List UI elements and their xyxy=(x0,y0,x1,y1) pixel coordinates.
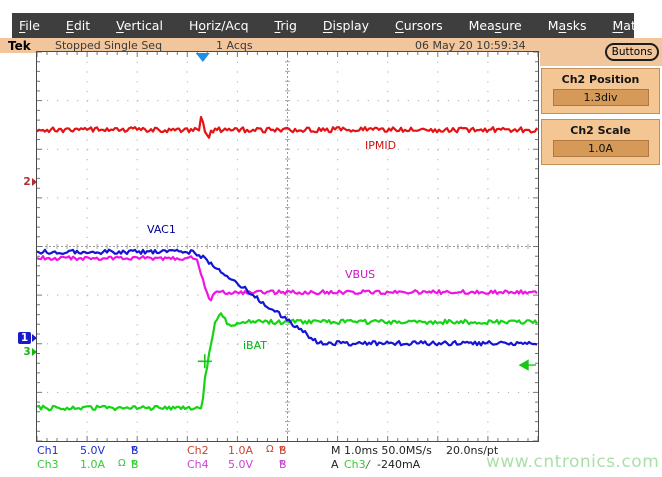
menu-item-measure[interactable]: Measure xyxy=(469,18,522,33)
ch2-readout-label[interactable]: Ch2 xyxy=(187,444,209,457)
menu-item-math[interactable]: Math xyxy=(612,18,643,33)
menu-item-edit[interactable]: Edit xyxy=(66,18,90,33)
channel-markers: 2 13 xyxy=(13,51,37,442)
ch2-position-title: Ch2 Position xyxy=(542,73,659,86)
trigger-level-marker[interactable] xyxy=(520,361,536,370)
menu-item-masks[interactable]: Masks xyxy=(548,18,587,33)
trigger-slope-icon: / xyxy=(366,458,370,471)
trace-label-vac1: VAC1 xyxy=(147,223,176,236)
trigger-level-readout: -240mA xyxy=(377,458,420,471)
trigger-position-marker[interactable] xyxy=(196,53,210,62)
menu-item-vertical[interactable]: Vertical xyxy=(116,18,163,33)
trigger-type-readout: A xyxy=(331,458,339,471)
buttons-button[interactable]: Buttons xyxy=(605,43,659,61)
menu-item-trig[interactable]: Trig xyxy=(275,18,297,33)
ch3-scale-readout[interactable]: 1.0A xyxy=(80,458,105,471)
ch1-readout-label[interactable]: Ch1 xyxy=(37,444,59,457)
menu-item-cursors[interactable]: Cursors xyxy=(395,18,443,33)
timebase-readout: M 1.0ms 50.0MS/s xyxy=(331,444,432,457)
trace-label-ipmid: IPMID xyxy=(365,139,396,152)
ch2-scale-value[interactable]: 1.0A xyxy=(553,140,649,157)
ch3-position-marker[interactable]: 3 xyxy=(23,345,37,359)
trace-label-ibat: iBAT xyxy=(243,339,267,352)
ch2-position-value[interactable]: 1.3div xyxy=(553,89,649,106)
menu-bar: File Edit Vertical Horiz/Acq Trig Display Curs… xyxy=(12,13,634,38)
ch4-scale-readout[interactable]: 5.0V xyxy=(228,458,253,471)
ch2-coupling-indicator: Ω xyxy=(266,444,274,455)
waveform-display xyxy=(37,52,538,441)
trace-label-vbus: VBUS xyxy=(345,268,375,281)
ch4-readout-label[interactable]: Ch4 xyxy=(187,458,209,471)
menu-item-horizacq[interactable]: Horiz/Acq xyxy=(189,18,249,33)
ch2-scale-title: Ch2 Scale xyxy=(542,124,659,137)
ch1-scale-readout[interactable]: 5.0V xyxy=(80,444,105,457)
ch3-coupling-indicator: Ω xyxy=(118,458,126,469)
trigger-source-readout: Ch3 xyxy=(344,458,366,471)
ch2-scale-control[interactable]: Ch2 Scale 1.0A xyxy=(541,119,660,165)
ch2-position-control[interactable]: Ch2 Position 1.3div xyxy=(541,68,660,114)
watermark: www.cntronics.com xyxy=(486,452,659,472)
ch2-position-marker[interactable]: 2 xyxy=(23,175,37,189)
menu-item-display[interactable]: Display xyxy=(323,18,369,33)
oscilloscope-screen: File Edit Vertical Horiz/Acq Trig Display Curs… xyxy=(0,0,662,477)
graticule: IPMID VBUS iBAT VAC1 xyxy=(36,51,539,442)
ch1-position-marker[interactable]: 1 xyxy=(18,331,37,345)
ch3-readout-label[interactable]: Ch3 xyxy=(37,458,59,471)
menu-item-file[interactable]: File xyxy=(19,18,40,33)
ch2-scale-readout[interactable]: 1.0A xyxy=(228,444,253,457)
